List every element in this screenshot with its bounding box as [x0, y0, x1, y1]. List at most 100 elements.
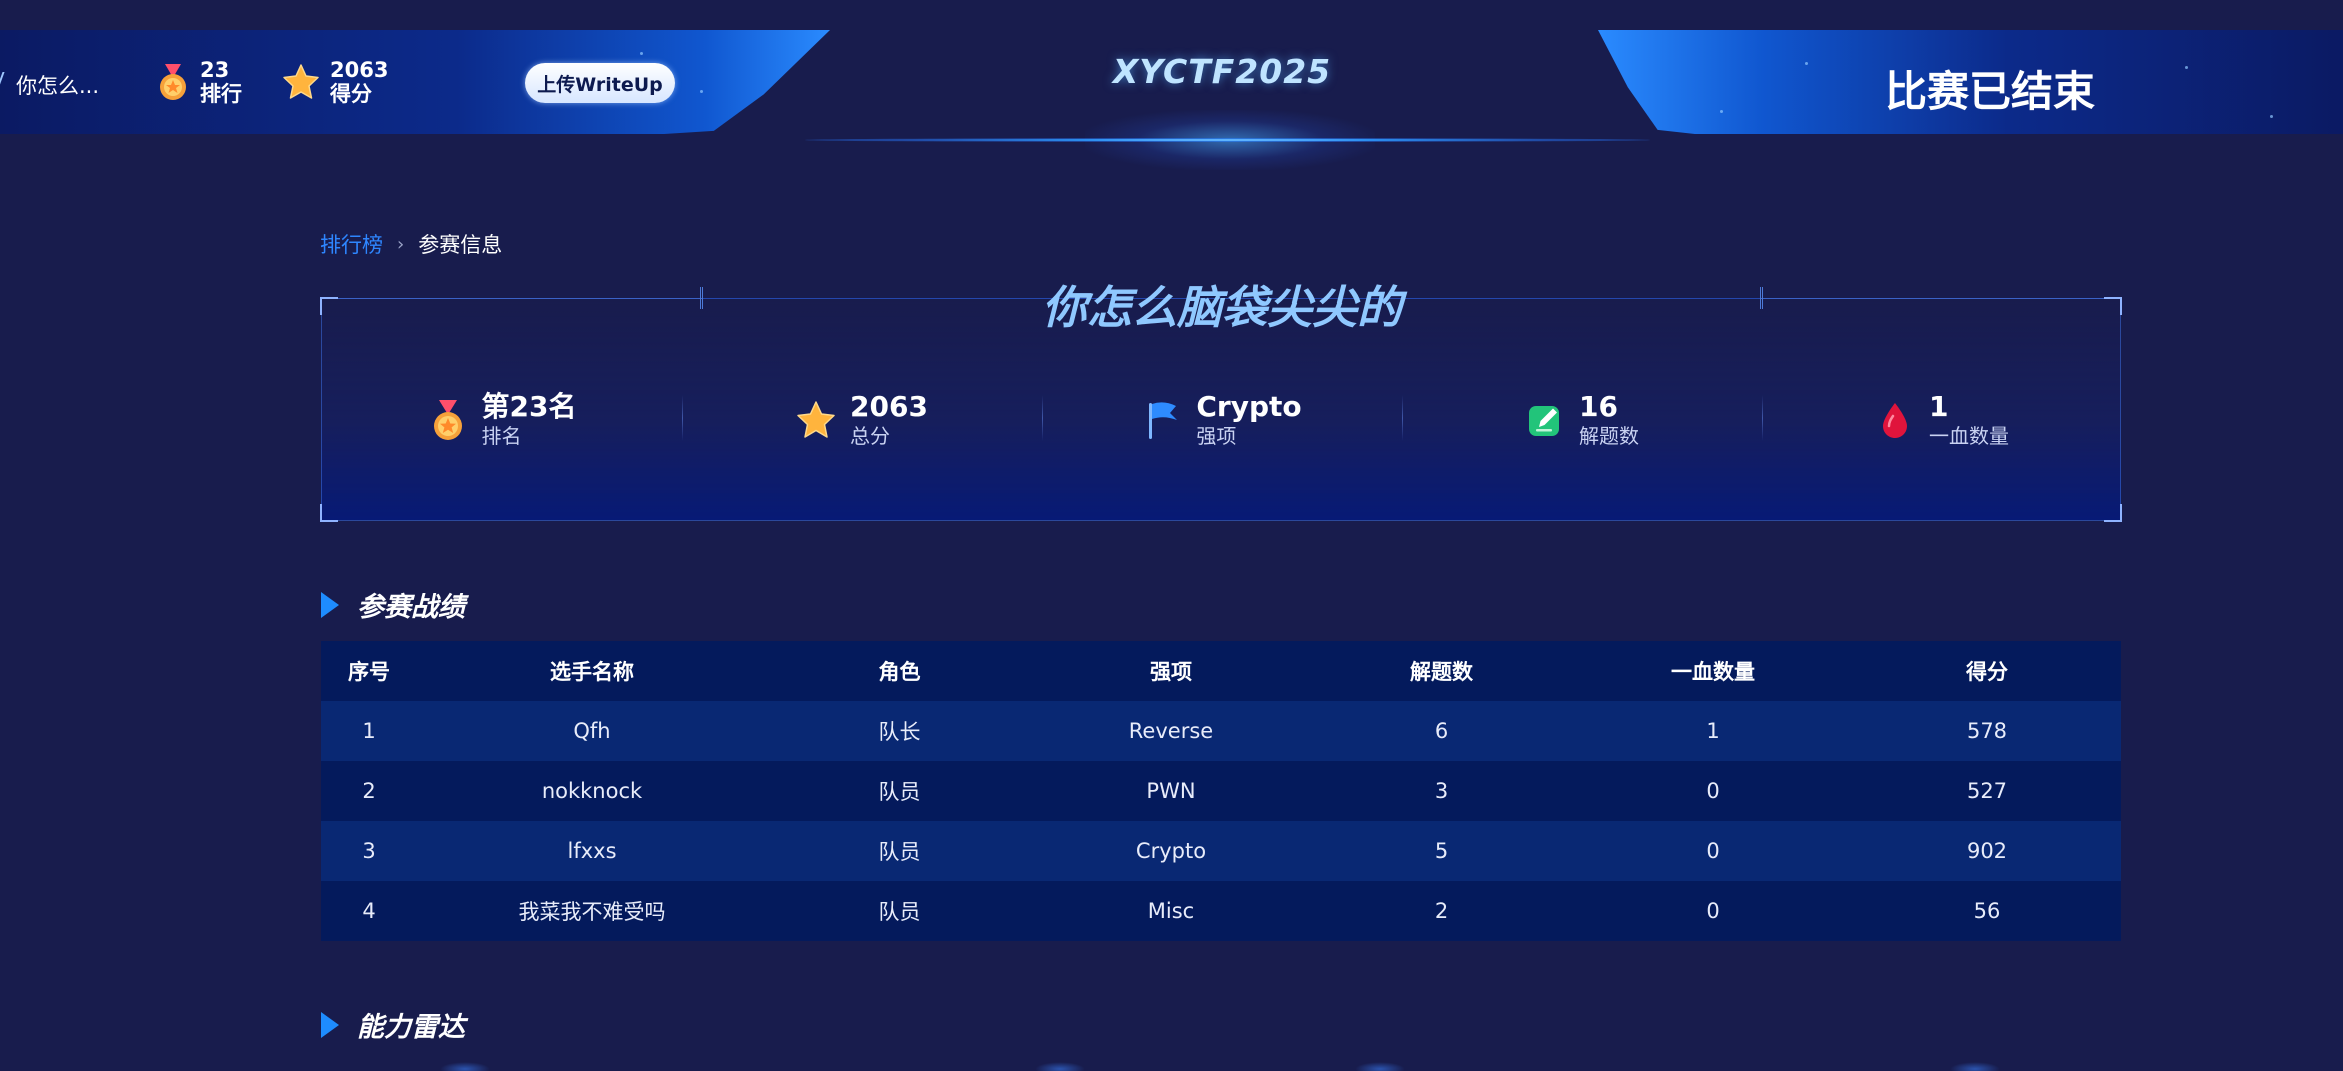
- section-record-title: 参赛战绩: [321, 585, 465, 624]
- table-cell: nokknock: [417, 761, 767, 821]
- column-header: 选手名称: [417, 641, 767, 701]
- stat-solved-label: 解题数: [1579, 424, 1639, 448]
- stat-strength-value: Crypto: [1196, 390, 1302, 423]
- header-score-label: 得分: [330, 82, 372, 106]
- table-row: 4 我菜我不难受吗 队员 Misc 2 0 56: [321, 881, 2121, 941]
- medal-icon: [433, 400, 462, 440]
- table-row: 1 Qfh 队长 Reverse 6 1 578: [321, 701, 2121, 761]
- sparkle: [1720, 110, 1723, 113]
- section-radar-label: 能力雷达: [357, 1012, 465, 1043]
- blood-drop-icon: [1883, 403, 1907, 438]
- table-cell: 队长: [767, 701, 1032, 761]
- column-header: 序号: [321, 641, 417, 701]
- table-cell: Misc: [1032, 881, 1310, 941]
- breadcrumb-current: 参赛信息: [418, 233, 503, 257]
- table-cell: 我菜我不难受吗: [417, 881, 767, 941]
- table-cell: lfxxs: [417, 821, 767, 881]
- star-icon: [797, 401, 835, 438]
- table-cell: 队员: [767, 761, 1032, 821]
- sparkle: [700, 90, 703, 93]
- radar-glow: [1950, 1062, 2000, 1071]
- table-cell: 1: [1573, 701, 1853, 761]
- table-cell: 0: [1573, 881, 1853, 941]
- team-name: 你怎么脑袋尖尖的: [1041, 281, 1402, 334]
- sparkle: [2270, 115, 2273, 118]
- stat-rank-value: 第23名: [481, 390, 577, 423]
- flag-icon: [1149, 402, 1178, 439]
- header-rank-label: 排行: [200, 82, 242, 106]
- medal-icon: [160, 64, 186, 100]
- table-cell: 2: [321, 761, 417, 821]
- header-score-value: 2063: [330, 58, 389, 82]
- sparkle: [640, 52, 643, 55]
- stat-first-blood: 1 一血数量: [1762, 391, 2122, 449]
- table-cell: PWN: [1032, 761, 1310, 821]
- header-rank-value: 23: [200, 58, 230, 82]
- card-corner: [320, 504, 338, 522]
- table-row: 2 nokknock 队员 PWN 3 0 527: [321, 761, 2121, 821]
- stat-strength-label: 强项: [1196, 424, 1237, 448]
- ctf-title: XYCTF2025: [1112, 52, 1332, 91]
- breadcrumb: 排行榜 › 参赛信息: [320, 229, 502, 259]
- upload-writeup-button[interactable]: 上传WriteUp: [525, 63, 675, 103]
- section-record-label: 参赛战绩: [357, 592, 465, 623]
- page: 你怎么... 23 排行 2063 得分 上传WriteUp XYCTF2025…: [0, 0, 2343, 1071]
- table-cell: Reverse: [1032, 701, 1310, 761]
- column-header: 角色: [767, 641, 1032, 701]
- column-header: 一血数量: [1573, 641, 1853, 701]
- header-rank: 23 排行: [156, 58, 242, 106]
- table-cell: 56: [1853, 881, 2121, 941]
- radar-glow: [1035, 1062, 1085, 1071]
- sparkle: [2185, 66, 2188, 69]
- chevron-right-icon: ›: [397, 233, 405, 255]
- table-cell: 0: [1573, 761, 1853, 821]
- table-cell: 578: [1853, 701, 2121, 761]
- stat-rank: 第23名 排名: [322, 391, 682, 449]
- table-cell: 5: [1310, 821, 1573, 881]
- header-score: 2063 得分: [282, 58, 388, 106]
- table-cell: 0: [1573, 821, 1853, 881]
- table-cell: 3: [1310, 761, 1573, 821]
- team-info-card: 你怎么脑袋尖尖的 第23名 排名 2063 总分 Crypto 强项 16 解题…: [320, 281, 2122, 522]
- stat-solved: 16 解题数: [1402, 391, 1762, 449]
- table-cell: 队员: [767, 821, 1032, 881]
- stat-first-blood-value: 1: [1929, 390, 1949, 423]
- column-header: 解题数: [1310, 641, 1573, 701]
- table-cell: 527: [1853, 761, 2121, 821]
- table-cell: 4: [321, 881, 417, 941]
- card-corner: [2104, 504, 2122, 522]
- members-table: 序号 选手名称 角色 强项 解题数 一血数量 得分 1 Qfh 队长 Rever…: [321, 641, 2121, 941]
- table-cell: Crypto: [1032, 821, 1310, 881]
- team-short-name[interactable]: 你怎么...: [16, 70, 99, 100]
- table-cell: 6: [1310, 701, 1573, 761]
- table-cell: 2: [1310, 881, 1573, 941]
- table-cell: 3: [321, 821, 417, 881]
- table-cell: 队员: [767, 881, 1032, 941]
- star-icon: [283, 64, 319, 99]
- stat-score-value: 2063: [850, 390, 928, 423]
- table-row: 3 lfxxs 队员 Crypto 5 0 902: [321, 821, 2121, 881]
- header-glow-line: [805, 138, 1650, 142]
- table-header-row: 序号 选手名称 角色 强项 解题数 一血数量 得分: [321, 641, 2121, 701]
- top-header: 你怎么... 23 排行 2063 得分 上传WriteUp XYCTF2025…: [0, 0, 2343, 180]
- triangle-icon: [321, 1011, 339, 1038]
- table-cell: Qfh: [417, 701, 767, 761]
- table-cell: 902: [1853, 821, 2121, 881]
- column-header: 强项: [1032, 641, 1310, 701]
- table-cell: 1: [321, 701, 417, 761]
- header-left-band: [0, 30, 830, 134]
- triangle-icon: [321, 591, 339, 618]
- contest-status: 比赛已结束: [1884, 67, 2095, 116]
- stat-rank-label: 排名: [481, 424, 522, 448]
- sparkle: [1805, 62, 1808, 65]
- breadcrumb-leaderboard-link[interactable]: 排行榜: [320, 229, 383, 259]
- edit-icon: [1529, 406, 1559, 436]
- stat-score-label: 总分: [850, 424, 891, 448]
- section-radar-title: 能力雷达: [321, 1005, 465, 1044]
- radar-glow: [1355, 1062, 1405, 1071]
- column-header: 得分: [1853, 641, 2121, 701]
- stat-score: 2063 总分: [682, 391, 1042, 449]
- stat-solved-value: 16: [1579, 390, 1618, 423]
- stat-first-blood-label: 一血数量: [1929, 424, 2009, 448]
- radar-glow: [440, 1062, 490, 1071]
